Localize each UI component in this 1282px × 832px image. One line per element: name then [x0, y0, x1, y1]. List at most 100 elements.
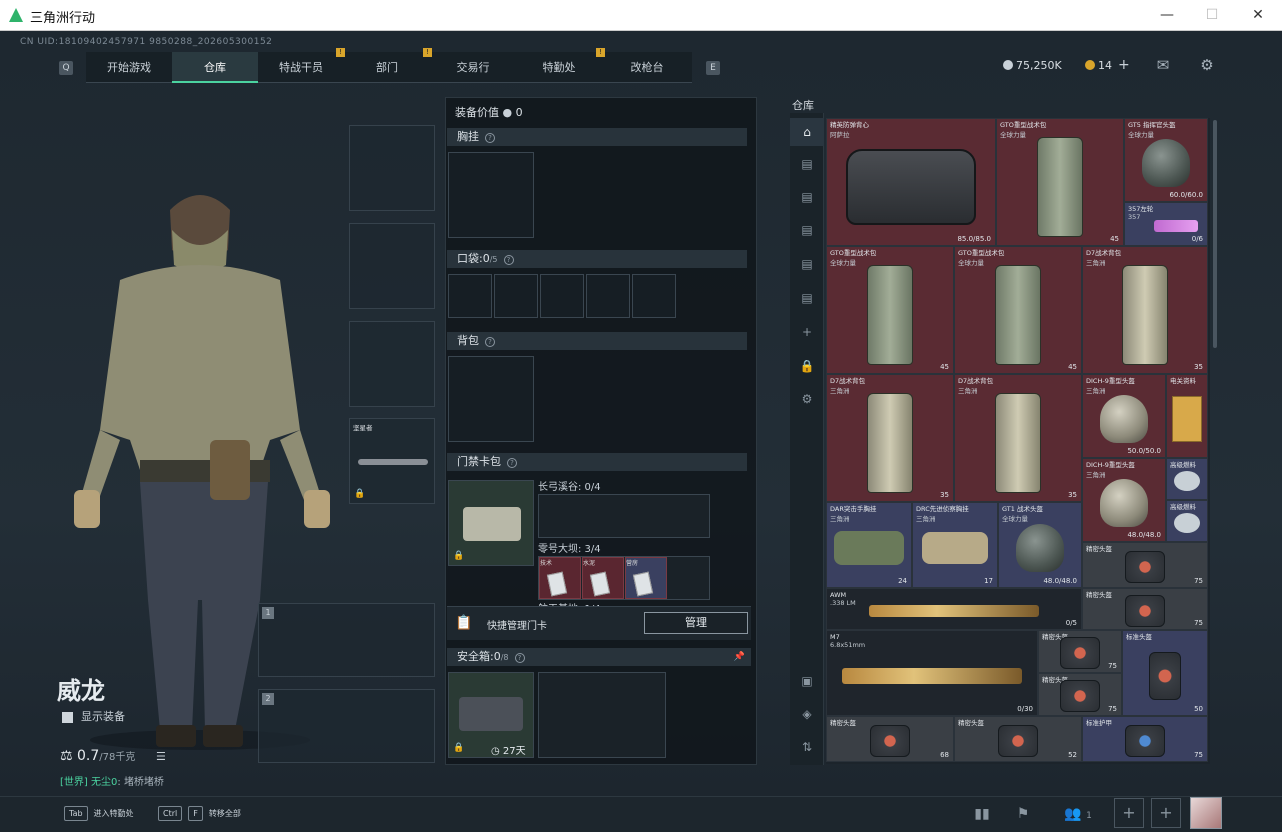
chat-line[interactable]: [世界] 无尘0: 堵桥堵桥: [60, 773, 164, 788]
transfer-all-shortcut[interactable]: Ctrl F 转移全部: [158, 806, 241, 821]
manage-button[interactable]: 管理: [644, 612, 748, 634]
warehouse-item[interactable]: 电关资料: [1166, 374, 1208, 458]
warehouse-item[interactable]: 标准头盔 50: [1122, 630, 1208, 716]
add-tab-icon[interactable]: +: [790, 318, 824, 346]
warehouse-item[interactable]: D7战术背包 三角洲 35: [826, 374, 954, 502]
warehouse-item[interactable]: 精密头盔 75: [1038, 673, 1122, 716]
equipment-value-label: 装备价值: [455, 106, 499, 119]
tab-start-game[interactable]: 开始游戏: [86, 52, 172, 83]
armor-slot[interactable]: [349, 223, 435, 309]
warehouse-item[interactable]: DRC先进侦察胸挂 三角洲 17: [912, 502, 998, 588]
pocket-slot[interactable]: [494, 274, 538, 318]
tab-special-ops[interactable]: 特勤处: [516, 52, 602, 83]
warehouse-item[interactable]: DICH-9重型头盔 三角洲 48.0/48.0: [1082, 458, 1166, 542]
warehouse-item[interactable]: 精密头盔 75: [1082, 588, 1208, 630]
friends-button[interactable]: 👥 1: [1058, 800, 1098, 828]
warehouse-item[interactable]: DICH-9重型头盔 三角洲 50.0/50.0: [1082, 374, 1166, 458]
warehouse-item[interactable]: GTO重型战术包 全球力量 45: [826, 246, 954, 374]
warehouse-item[interactable]: AWM .338 LM 0/5: [826, 588, 1082, 630]
pocket-slot[interactable]: [448, 274, 492, 318]
chest-rig-slot[interactable]: [448, 152, 534, 238]
add-currency-button[interactable]: +: [1118, 57, 1130, 73]
nav-next-key[interactable]: E: [706, 61, 720, 75]
tab-trading[interactable]: 交易行: [430, 52, 516, 83]
warehouse-item[interactable]: GTO重型战术包 全球力量 45: [996, 118, 1124, 246]
shortcut-label: 进入特勤处: [93, 809, 134, 818]
chat-text: 堵桥堵桥: [123, 777, 164, 788]
warehouse-item[interactable]: DAR突击手胸挂 三角洲 24: [826, 502, 912, 588]
warehouse-item[interactable]: 精密头盔 75: [1082, 542, 1208, 588]
tab-operators[interactable]: 特战干员: [258, 52, 344, 83]
warehouse-item[interactable]: 精密头盔 75: [1038, 630, 1122, 673]
settings-gear-icon[interactable]: ⚙: [1198, 56, 1216, 74]
add-teammate-button[interactable]: +: [1151, 798, 1181, 828]
keycard-item[interactable]: 营房: [625, 557, 667, 599]
warehouse-item[interactable]: 精英防弹背心 阿萨拉 85.0/85.0: [826, 118, 996, 246]
primary-weapon-slot[interactable]: 1: [258, 603, 435, 677]
minimize-button[interactable]: —: [1152, 4, 1182, 26]
backpack-slot[interactable]: [448, 356, 534, 442]
helmet-slot[interactable]: [349, 125, 435, 211]
tab-department[interactable]: 部门: [344, 52, 430, 83]
warehouse-item[interactable]: M7 6.8x51mm 0/30: [826, 630, 1038, 716]
keycard-item[interactable]: 水泥: [582, 557, 624, 599]
warehouse-scrollbar[interactable]: [1213, 120, 1217, 348]
warehouse-all-icon[interactable]: ⌂: [790, 118, 824, 146]
warehouse-item[interactable]: D7战术背包 三角洲 35: [954, 374, 1082, 502]
help-icon[interactable]: ?: [503, 255, 514, 265]
help-icon[interactable]: ?: [514, 653, 525, 663]
warehouse-item[interactable]: GT5 指挥官头盔 全球力量 60.0/60.0: [1124, 118, 1208, 202]
lock-icon[interactable]: 🔒: [790, 352, 824, 380]
warehouse-item[interactable]: D7战术背包 三角洲 35: [1082, 246, 1208, 374]
organize-icon[interactable]: ▣: [790, 667, 824, 695]
sort-icon[interactable]: ⇅: [790, 733, 824, 761]
key-group-slots[interactable]: [538, 494, 710, 538]
tab-gunsmith[interactable]: 改枪台: [602, 52, 692, 83]
warehouse-tab-1-icon[interactable]: ▤: [790, 150, 824, 178]
melee-slot[interactable]: 坚星者 🔒: [349, 418, 435, 504]
checkbox[interactable]: [62, 711, 73, 723]
warehouse-item[interactable]: 精密头盔 52: [954, 716, 1082, 762]
player-avatar[interactable]: [1190, 797, 1222, 829]
help-icon[interactable]: ?: [485, 337, 495, 347]
chest-rig-icon: [922, 532, 988, 565]
nav-prev-key[interactable]: Q: [59, 61, 73, 75]
show-equipment-toggle[interactable]: 显示装备: [62, 708, 125, 724]
warehouse-settings-icon[interactable]: ⚙: [790, 385, 824, 413]
pocket-slot[interactable]: [632, 274, 676, 318]
warehouse-tab-4-icon[interactable]: ▤: [790, 250, 824, 278]
warehouse-tab-2-icon[interactable]: ▤: [790, 183, 824, 211]
help-icon[interactable]: ?: [507, 458, 517, 468]
item-durability: 75: [1194, 577, 1203, 585]
stats-icon[interactable]: ▮▮: [967, 800, 997, 828]
help-icon[interactable]: ?: [485, 133, 495, 143]
warehouse-item[interactable]: 高级燃料: [1166, 458, 1208, 500]
warehouse-item[interactable]: 357左轮 357 0/6: [1124, 202, 1208, 246]
safe-box-grid[interactable]: [538, 672, 666, 758]
warehouse-tab-3-icon[interactable]: ▤: [790, 216, 824, 244]
flag-icon[interactable]: ⚑: [1008, 800, 1038, 828]
list-icon[interactable]: ☰: [156, 750, 166, 763]
secondary-weapon-slot[interactable]: 2: [258, 689, 435, 763]
mail-icon[interactable]: ✉: [1154, 56, 1172, 74]
warehouse-item[interactable]: 高级燃料: [1166, 500, 1208, 542]
maximize-button[interactable]: ☐: [1197, 4, 1227, 26]
layers-icon[interactable]: ◈: [790, 700, 824, 728]
warehouse-item[interactable]: GTO重型战术包 全球力量 45: [954, 246, 1082, 374]
warehouse-item[interactable]: GT1 战术头盔 全球力量 48.0/48.0: [998, 502, 1082, 588]
pocket-slot[interactable]: [540, 274, 584, 318]
warehouse-item[interactable]: 标准护甲 75: [1082, 716, 1208, 762]
special-ops-shortcut[interactable]: Tab 进入特勤处: [64, 806, 134, 821]
warehouse-tab-5-icon[interactable]: ▤: [790, 284, 824, 312]
tab-warehouse[interactable]: 仓库: [172, 52, 258, 83]
keycard-case-slot[interactable]: 🔒: [448, 480, 534, 566]
pocket-slot[interactable]: [586, 274, 630, 318]
pin-icon[interactable]: 📌: [734, 648, 745, 666]
keycard-item[interactable]: 技术: [539, 557, 581, 599]
item-name: 精密头盔: [958, 719, 984, 727]
close-button[interactable]: ✕: [1243, 4, 1273, 26]
safe-box-slot[interactable]: 🔒 ◷ 27天: [448, 672, 534, 758]
pistol-slot[interactable]: [349, 321, 435, 407]
warehouse-item[interactable]: 精密头盔 68: [826, 716, 954, 762]
add-teammate-button[interactable]: +: [1114, 798, 1144, 828]
